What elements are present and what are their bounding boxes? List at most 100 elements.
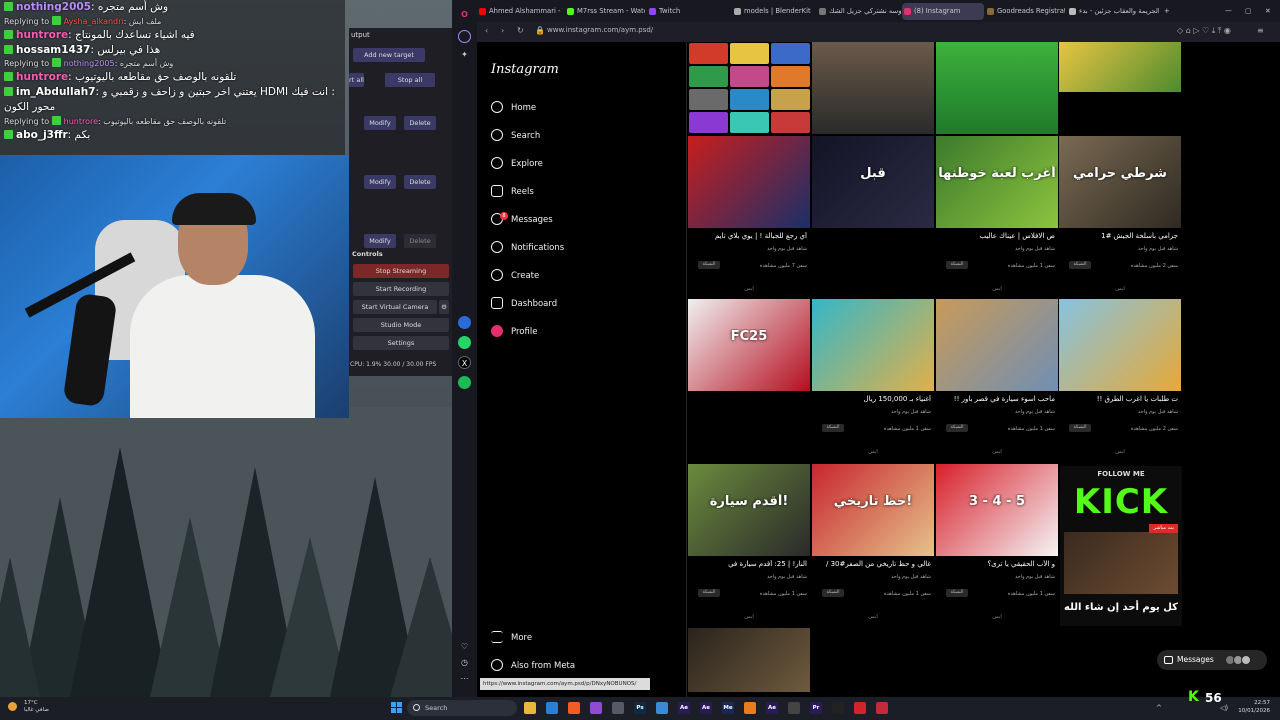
browser-tab[interactable]: M7rss Stream - Watc (565, 3, 645, 20)
delete-button[interactable]: Delete (404, 234, 436, 248)
nav-item-explore[interactable]: Explore (491, 154, 671, 174)
app-icon[interactable] (656, 702, 668, 714)
chat-username[interactable]: Aysha_alkandri (64, 17, 124, 26)
browser-tab[interactable]: Twitch (647, 3, 731, 20)
aria-icon[interactable] (458, 30, 471, 43)
spotify-icon[interactable] (458, 376, 471, 389)
calculator-icon[interactable] (612, 702, 624, 714)
back-icon[interactable]: ‹ (485, 26, 488, 35)
studio-mode-button[interactable]: Studio Mode (353, 318, 449, 332)
after-effects-icon[interactable]: Ae (678, 702, 690, 714)
clock[interactable]: 22:57 10/01/2026 (1238, 700, 1270, 715)
post-card[interactable]: 3 - 4 - 5 و الأب الحقيقي يا ترى؟ شاهد قبل … (936, 464, 1058, 627)
toolbar-icons[interactable]: ◇ ⌂ ▷ ♡ ⤓ ⤒ ◉ (1177, 26, 1231, 36)
stop-all-button[interactable]: Stop all (385, 73, 435, 87)
post-card[interactable]: أي رجع للجبالة ! | يوي بلاي تايم شاهد قبل… (688, 136, 810, 299)
chat-username[interactable]: nothing2005 (64, 59, 115, 68)
modify-button[interactable]: Modify (364, 234, 396, 248)
brave-icon[interactable] (568, 702, 580, 714)
browser-tab[interactable]: models | BlenderKit (732, 3, 816, 20)
blender-icon[interactable] (744, 702, 756, 714)
maximize-icon[interactable]: ▢ (1242, 3, 1256, 20)
gear-icon[interactable]: ⚙ (439, 300, 449, 314)
browser-tab[interactable]: الجريمة والعقاب جزئين - بدء (1067, 3, 1159, 20)
nav-item-also-meta[interactable]: Also from Meta (491, 656, 671, 676)
chat-username[interactable]: huntrore (16, 29, 68, 41)
browser-tab[interactable]: (8) Instagram (902, 3, 984, 20)
volume-icon[interactable]: ◁) (1220, 704, 1228, 712)
app-icon[interactable] (788, 702, 800, 714)
chat-username[interactable]: nothing2005 (16, 1, 91, 13)
more-icon[interactable]: ⋯ (458, 672, 471, 685)
after-effects-icon[interactable]: Ae (766, 702, 778, 714)
nav-item-home[interactable]: Home (491, 98, 671, 118)
delete-button[interactable]: Delete (404, 116, 436, 130)
delete-button[interactable]: Delete (404, 175, 436, 189)
nav-item-messages[interactable]: 8 Messages (491, 210, 671, 230)
post-card[interactable]: أغنياء بـ 150,000 ريال شاهد قبل يوم واحد س… (812, 299, 934, 462)
start-recording-button[interactable]: Start Recording (353, 282, 449, 296)
nav-item-more[interactable]: More (491, 628, 671, 648)
obs-icon[interactable] (832, 702, 844, 714)
whatsapp-icon[interactable] (458, 336, 471, 349)
kick-promo-card[interactable]: FOLLOW ME KICK بث مباشر كل يوم أحد إن شا… (1060, 466, 1182, 626)
nav-item-notifications[interactable]: Notifications (491, 238, 671, 258)
url-field[interactable]: www.instagram.com/aym.psd/ (547, 26, 653, 34)
chevron-up-icon[interactable]: ^ (1156, 704, 1162, 712)
stop-streaming-button[interactable]: Stop Streaming (353, 264, 449, 278)
post-card[interactable]: حظ تاريخي! غالي و حظ تاريخي من الصفر#30 /… (812, 464, 934, 627)
post-thumbnail[interactable] (936, 42, 1058, 134)
post-card[interactable]: ماحب اسوء سيارة في قصر باور !! شاهد قبل ي… (936, 299, 1058, 462)
after-effects-icon[interactable]: Ae (700, 702, 712, 714)
chat-username[interactable]: huntrore (64, 117, 98, 126)
reload-icon[interactable]: ↻ (517, 26, 524, 35)
nav-item-search[interactable]: Search (491, 126, 671, 146)
premiere-icon[interactable]: Pr (810, 702, 822, 714)
post-card[interactable]: FC25 (688, 299, 810, 462)
chat-username[interactable]: abo_j3ffr (16, 129, 68, 141)
chat-username[interactable]: huntrore (16, 71, 68, 83)
post-card[interactable] (688, 628, 810, 692)
post-card[interactable]: ت طلبات يا اغرب الطرق !! شاهد قبل يوم واح… (1059, 299, 1181, 462)
instagram-logo[interactable]: Instagram (491, 62, 559, 77)
app-icon[interactable] (876, 702, 888, 714)
x-icon[interactable]: X (458, 356, 471, 369)
taskbar-search[interactable]: Search (407, 700, 517, 716)
add-target-button[interactable]: Add new target (353, 48, 425, 62)
history-icon[interactable]: ◷ (458, 656, 471, 669)
windows-start-icon[interactable] (391, 702, 402, 713)
file-explorer-icon[interactable] (524, 702, 536, 714)
minimize-icon[interactable]: — (1222, 3, 1236, 20)
nav-item-create[interactable]: Create (491, 266, 671, 286)
post-card[interactable]: أغرب لعبة خوطنها ص الافلاس | عيناك عاليب ش… (936, 136, 1058, 299)
post-card[interactable]: قبل (812, 136, 934, 299)
chat-username[interactable]: hossam1437 (16, 44, 90, 56)
post-card[interactable]: خاص على اكبر جبل في الخليج !( الشكل الخي… (1059, 42, 1181, 92)
opera-logo-icon[interactable]: O (458, 8, 471, 21)
nav-item-dashboard[interactable]: Dashboard (491, 294, 671, 314)
pin-icon[interactable]: ✦ (458, 48, 471, 61)
start-all-button[interactable]: rt all (349, 73, 364, 87)
modify-button[interactable]: Modify (364, 175, 396, 189)
visual-studio-icon[interactable] (590, 702, 602, 714)
chat-username[interactable]: im_Abdullah7 (16, 86, 96, 98)
menu-icon[interactable]: ≡ (1257, 26, 1264, 35)
messages-pill[interactable]: Messages (1157, 650, 1267, 670)
photoshop-icon[interactable]: Ps (634, 702, 646, 714)
forward-icon[interactable]: › (501, 26, 504, 35)
messenger-icon[interactable] (458, 316, 471, 329)
post-thumbnail[interactable] (812, 42, 934, 134)
nav-item-reels[interactable]: Reels (491, 182, 671, 202)
browser-tab[interactable]: Ahmed Alshammari - YouT (477, 3, 563, 20)
vscode-icon[interactable] (546, 702, 558, 714)
modify-button[interactable]: Modify (364, 116, 396, 130)
post-thumbnail[interactable] (688, 42, 810, 134)
opera-icon[interactable] (854, 702, 866, 714)
close-icon[interactable]: ✕ (1262, 3, 1276, 20)
settings-button[interactable]: Settings (353, 336, 449, 350)
start-virtual-camera-button[interactable]: Start Virtual Camera (353, 300, 437, 314)
heart-icon[interactable]: ♡ (458, 640, 471, 653)
media-encoder-icon[interactable]: Me (722, 702, 734, 714)
post-card[interactable]: شرطي حرامي جرامي بأسلحة الجيش #1 شاهد قبل … (1059, 136, 1181, 299)
nav-item-profile[interactable]: Profile (491, 322, 671, 342)
